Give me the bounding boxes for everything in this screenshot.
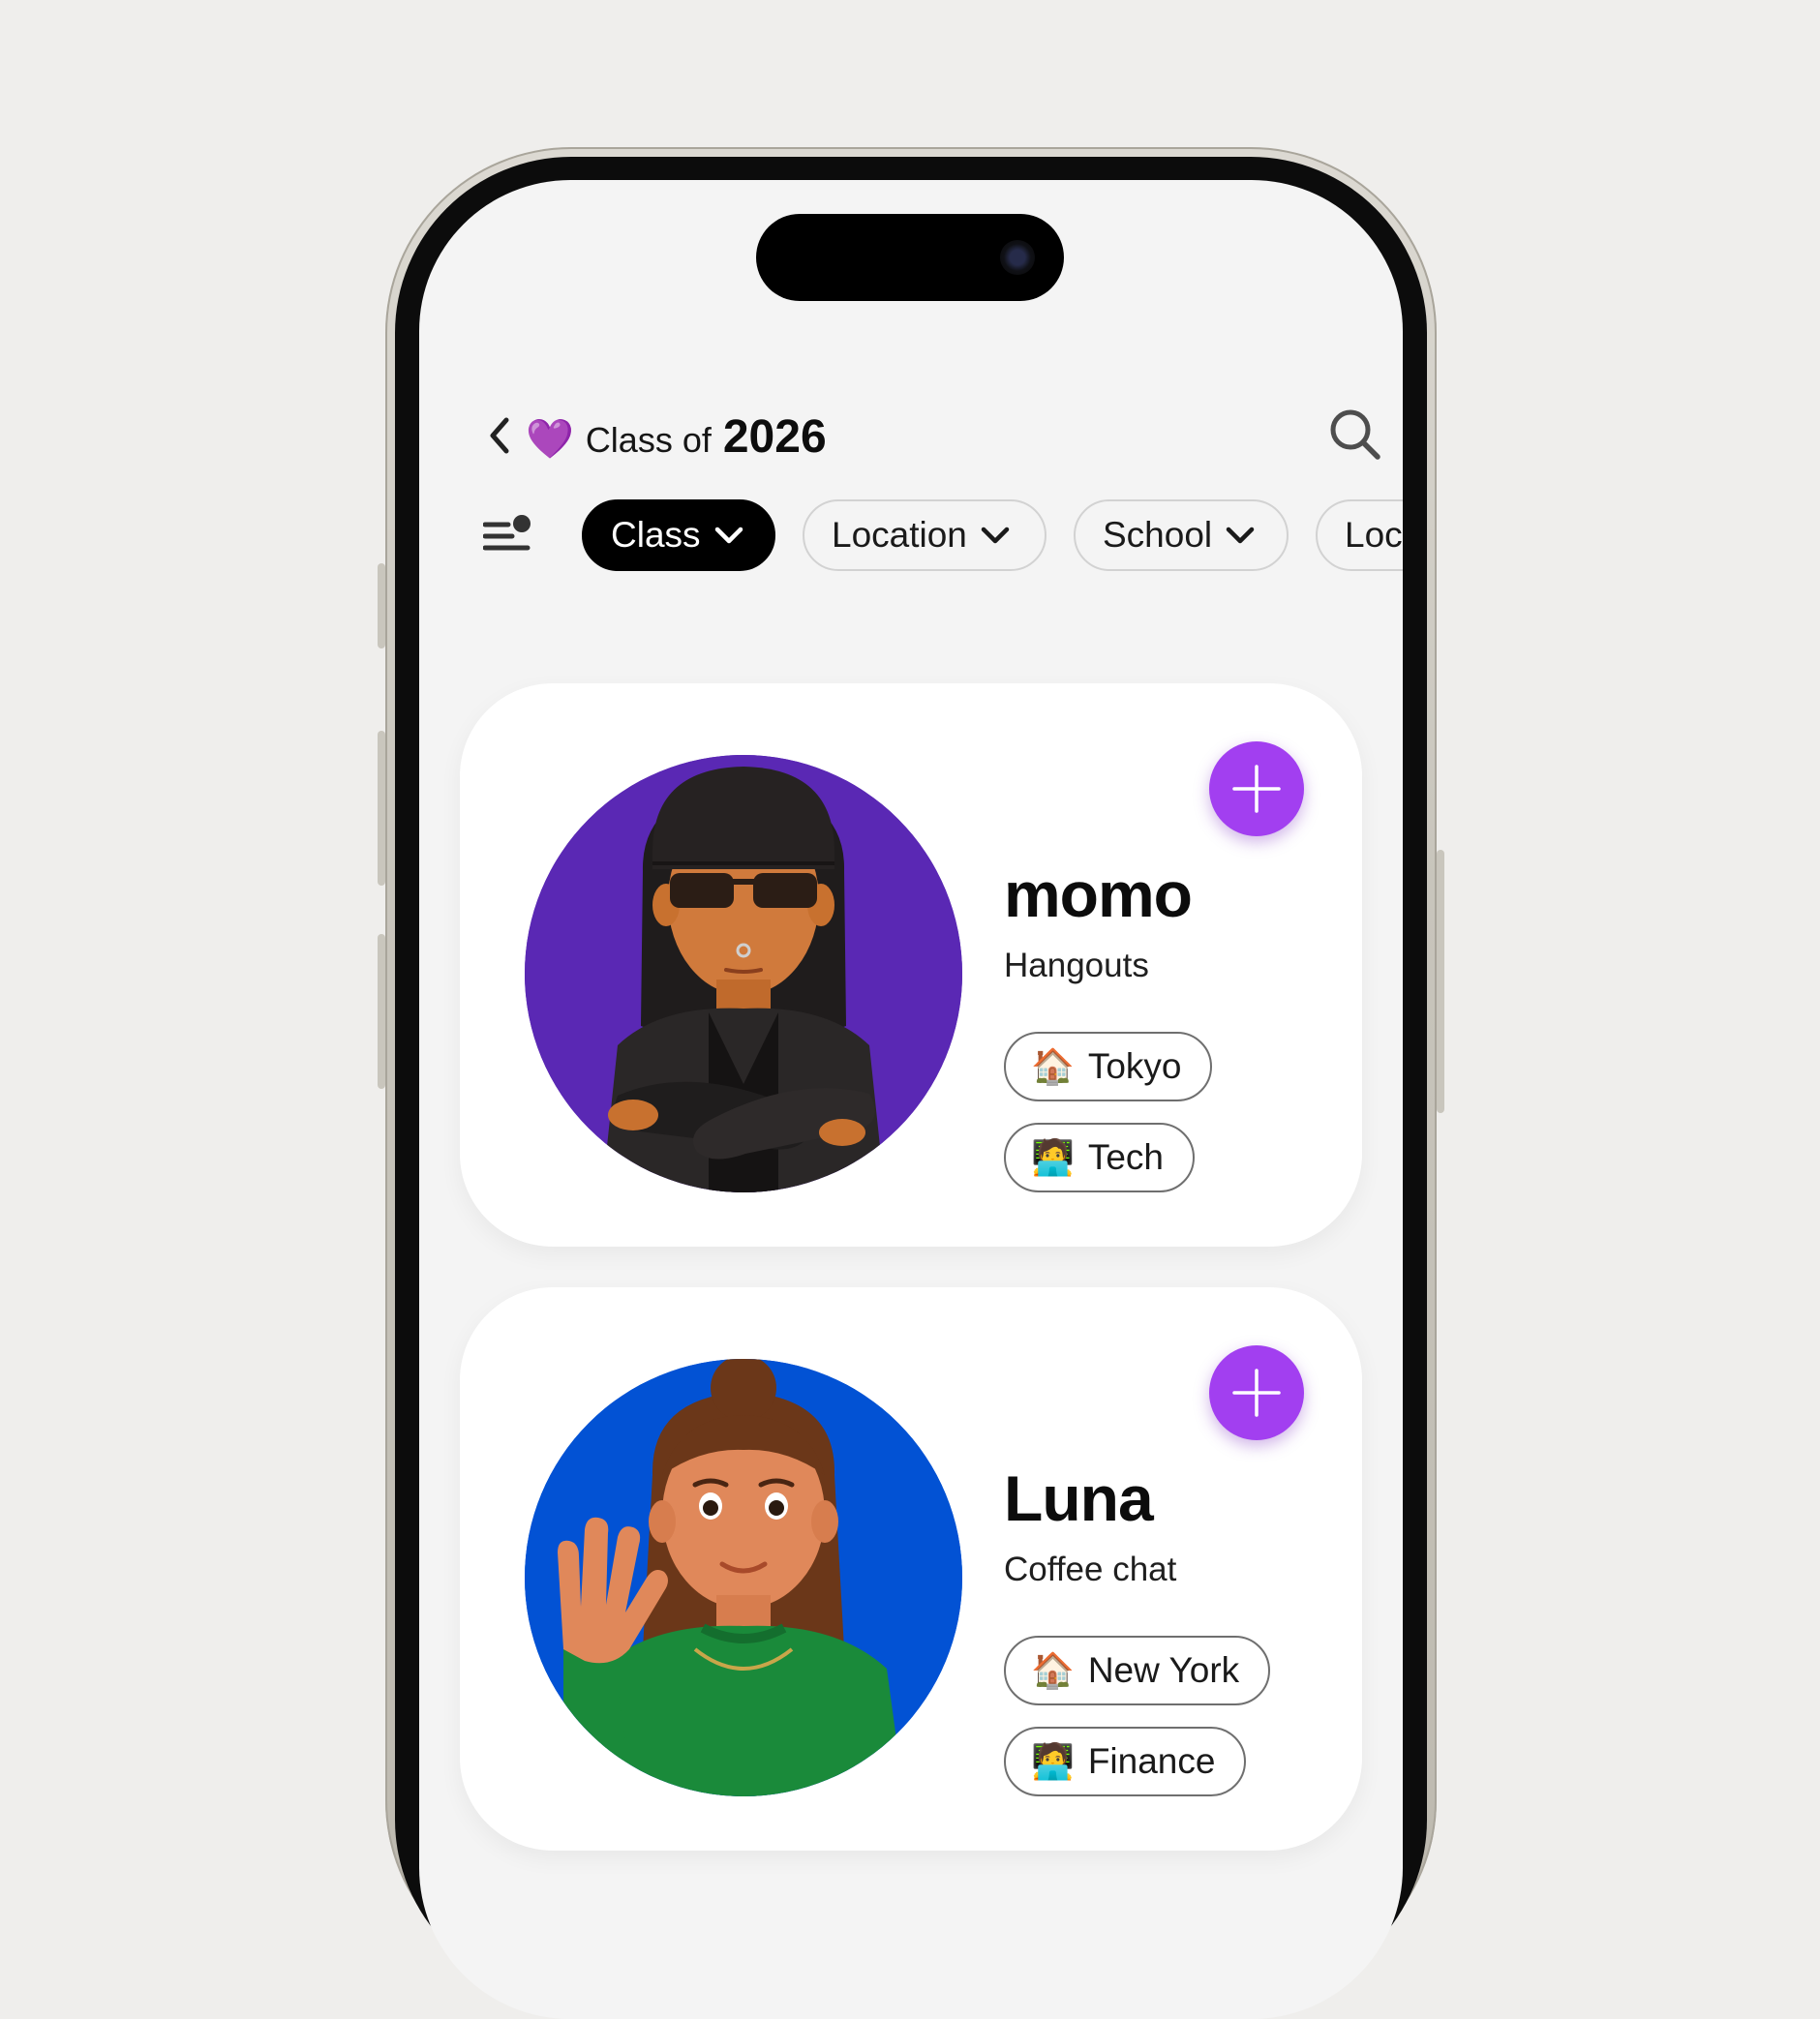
camera-icon (1000, 240, 1035, 275)
chevron-down-icon (981, 527, 1010, 544)
chevron-down-icon (1226, 527, 1255, 544)
phone-screen: 💜 Class of 2026 Class Location School Lo… (419, 180, 1403, 2019)
chip-label: Location (832, 515, 967, 555)
purple-heart-icon: 💜 (526, 418, 574, 461)
chevron-left-icon[interactable] (483, 414, 516, 457)
title-year: 2026 (722, 411, 827, 463)
tag-location[interactable]: 🏠 Tokyo (1004, 1032, 1213, 1101)
filter-chip-location[interactable]: Location (803, 499, 1046, 571)
tag-industry[interactable]: 🧑‍💻 Finance (1004, 1727, 1247, 1796)
plus-icon (1232, 765, 1281, 813)
avatar-illustration (525, 755, 962, 1192)
chevron-down-icon (714, 527, 743, 544)
page-header: 💜 Class of 2026 (483, 403, 1380, 470)
search-icon[interactable] (1325, 405, 1385, 465)
filter-bar: Class Location School Loc (482, 499, 1403, 577)
dynamic-island (756, 214, 1064, 301)
chip-label: Class (611, 515, 701, 555)
action-button (378, 563, 385, 648)
volume-down-button (378, 934, 385, 1089)
tag-location[interactable]: 🏠 New York (1004, 1636, 1271, 1705)
tag-industry[interactable]: 🧑‍💻 Tech (1004, 1123, 1195, 1192)
filter-chip-class[interactable]: Class (582, 499, 775, 571)
chip-label: School (1103, 515, 1213, 555)
page-title: 💜 Class of 2026 (526, 410, 827, 464)
filter-chip-location-2[interactable]: Loc (1316, 499, 1403, 571)
title-prefix: Class of (585, 420, 712, 460)
tag-label: Finance (1087, 1741, 1216, 1781)
person-purpose: Hangouts (1004, 947, 1149, 984)
chip-label: Loc (1345, 515, 1403, 555)
filter-chip-school[interactable]: School (1074, 499, 1289, 571)
person-purpose: Coffee chat (1004, 1551, 1177, 1588)
avatar-illustration (525, 1359, 962, 1796)
person-name: Luna (1004, 1462, 1154, 1534)
volume-up-button (378, 731, 385, 886)
add-friend-button-luna[interactable] (1209, 1345, 1304, 1440)
filter-people-icon[interactable] (482, 515, 531, 557)
house-icon: 🏠 (1031, 1650, 1075, 1690)
power-button (1437, 850, 1444, 1113)
plus-icon (1232, 1369, 1281, 1417)
technologist-icon: 🧑‍💻 (1031, 1741, 1075, 1781)
add-friend-button-momo[interactable] (1209, 741, 1304, 836)
tag-label: Tokyo (1087, 1046, 1182, 1086)
avatar-momo[interactable] (525, 755, 962, 1192)
house-icon: 🏠 (1031, 1046, 1075, 1086)
person-card-momo[interactable]: momo Hangouts 🏠 Tokyo 🧑‍💻 Tech (460, 683, 1362, 1247)
person-name: momo (1004, 859, 1193, 930)
avatar-luna[interactable] (525, 1359, 962, 1796)
tag-label: Tech (1087, 1137, 1164, 1177)
person-card-luna[interactable]: Luna Coffee chat 🏠 New York 🧑‍💻 Finance (460, 1287, 1362, 1851)
technologist-icon: 🧑‍💻 (1031, 1137, 1075, 1177)
tag-label: New York (1087, 1650, 1240, 1690)
